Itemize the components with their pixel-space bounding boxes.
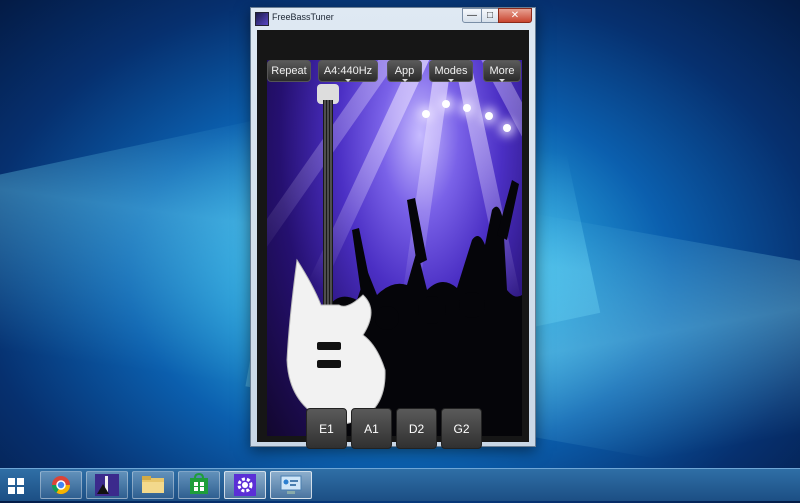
pitch-reference-dropdown[interactable]: A4:440Hz	[318, 60, 378, 82]
app-icon	[255, 12, 269, 26]
file-explorer-icon	[142, 476, 164, 493]
taskbar-store[interactable]	[178, 471, 220, 499]
chrome-icon	[52, 476, 70, 495]
concert-background-image	[267, 60, 522, 436]
modes-menu-button[interactable]: Modes	[429, 60, 473, 82]
chevron-down-icon	[448, 79, 454, 82]
app-client-area: Repeat A4:440Hz App Modes More E1 A1 D2 …	[257, 30, 529, 449]
store-icon	[190, 472, 208, 494]
string-d2-button[interactable]: D2	[396, 408, 437, 449]
bass-guitar-image	[286, 84, 386, 426]
chevron-down-icon	[499, 79, 505, 82]
string-g2-button[interactable]: G2	[441, 408, 482, 449]
taskbar-chrome[interactable]	[40, 471, 82, 499]
app-menu-label: App	[394, 65, 415, 77]
taskbar-file-explorer[interactable]	[132, 471, 174, 499]
pitch-reference-label: A4:440Hz	[323, 65, 373, 77]
more-menu-label: More	[489, 65, 515, 77]
chevron-down-icon	[345, 79, 351, 82]
windows-logo-icon	[8, 478, 15, 485]
app-window: FreeBassTuner — □ ✕ Repeat A4:440Hz App …	[250, 7, 536, 449]
taskbar	[0, 468, 800, 501]
minimize-button[interactable]: —	[462, 8, 482, 23]
string-a1-button[interactable]: A1	[351, 408, 392, 449]
maximize-button[interactable]: □	[481, 8, 499, 23]
window-title: FreeBassTuner	[272, 12, 334, 22]
modes-menu-label: Modes	[434, 65, 468, 77]
freebasstuner-icon	[95, 474, 119, 496]
start-button[interactable]	[8, 478, 24, 494]
close-button[interactable]: ✕	[498, 8, 532, 23]
taskbar-freebasstuner[interactable]	[86, 471, 128, 499]
chevron-down-icon	[401, 79, 408, 82]
repeat-label: Repeat	[271, 65, 307, 77]
taskbar-control-panel[interactable]	[270, 471, 312, 499]
control-panel-icon	[280, 475, 302, 494]
repeat-button[interactable]: Repeat	[267, 60, 311, 82]
app-menu-button[interactable]: App	[387, 60, 422, 82]
more-menu-button[interactable]: More	[483, 60, 521, 82]
settings-gear-icon	[234, 474, 256, 496]
string-e1-button[interactable]: E1	[306, 408, 347, 449]
taskbar-settings[interactable]	[224, 471, 266, 499]
title-bar[interactable]: FreeBassTuner — □ ✕	[251, 8, 535, 28]
